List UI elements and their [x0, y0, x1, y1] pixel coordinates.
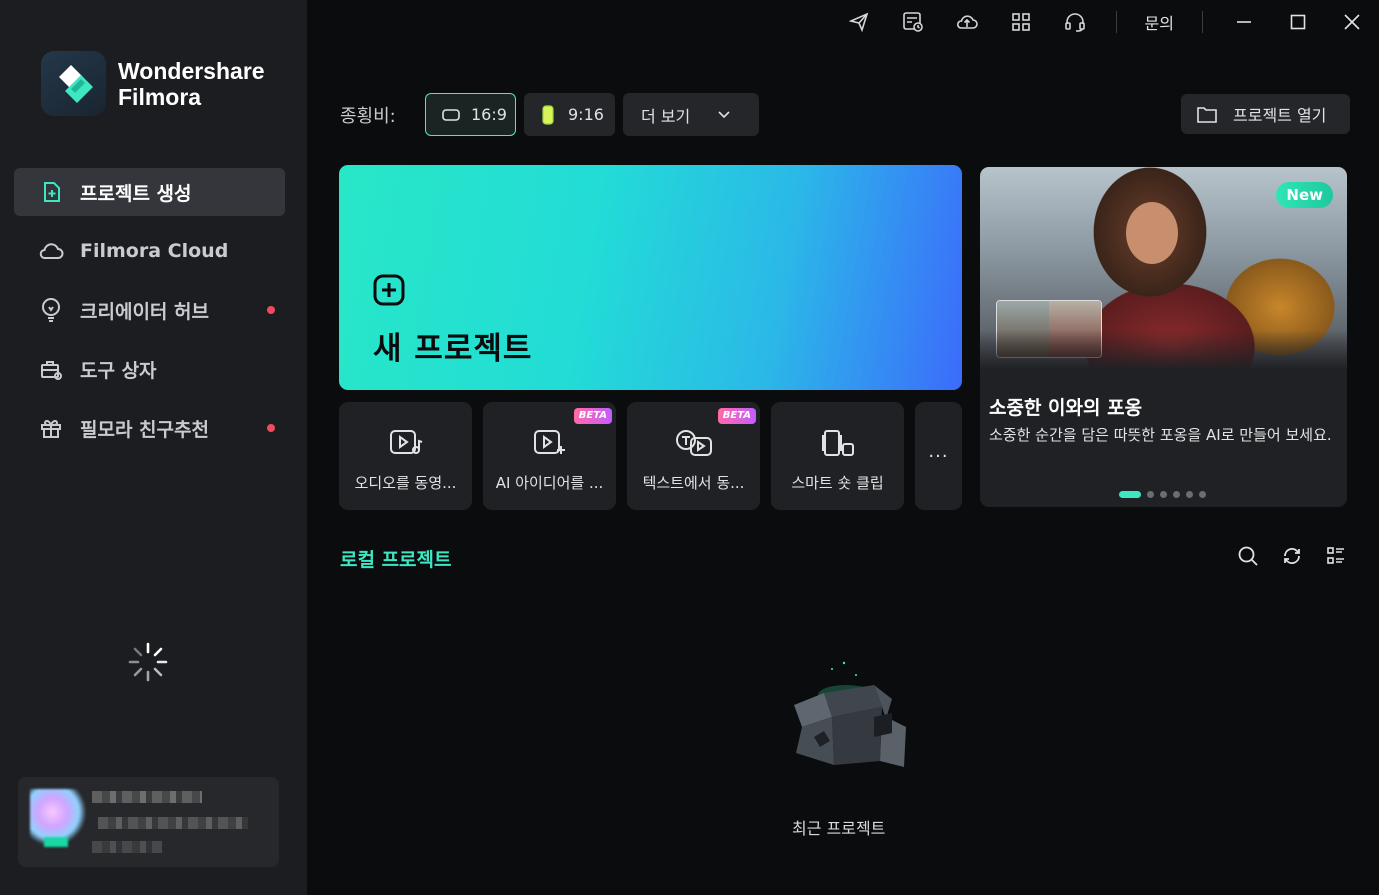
audio-to-video-icon	[389, 428, 423, 462]
carousel-dot[interactable]	[1173, 491, 1180, 498]
cloud-upload-icon[interactable]	[940, 0, 994, 44]
carousel-dot[interactable]	[1199, 491, 1206, 498]
app-logo: Wondershare Filmora	[41, 51, 265, 116]
sidebar-item-filmora-cloud[interactable]: Filmora Cloud	[14, 227, 285, 275]
apps-grid-icon[interactable]	[994, 0, 1048, 44]
beta-badge: BETA	[573, 408, 612, 424]
inquiry-button[interactable]: 문의	[1131, 10, 1188, 34]
audio-to-video-tool[interactable]: 오디오를 동영...	[339, 402, 472, 510]
carousel-dot[interactable]	[1119, 491, 1141, 498]
headset-icon[interactable]	[1048, 0, 1102, 44]
aspect-9-16-label: 9:16	[568, 105, 604, 124]
sidebar-nav: 프로젝트 생성 Filmora Cloud 크리에이터 허브 도구 상자 필모라…	[14, 168, 285, 463]
more-aspect-dropdown[interactable]: 더 보기	[623, 93, 759, 136]
search-icon[interactable]	[1226, 537, 1270, 575]
schedule-icon[interactable]	[886, 0, 940, 44]
titlebar-divider	[1115, 11, 1117, 33]
landscape-icon	[442, 108, 460, 121]
user-plan-redacted	[92, 841, 162, 853]
ai-idea-video-icon	[533, 428, 567, 462]
promo-face-shape	[1126, 202, 1178, 264]
brand-line-2: Filmora	[118, 83, 202, 110]
ai-idea-to-video-tool[interactable]: BETA AI 아이디어를 ...	[483, 402, 616, 510]
text-to-video-tool[interactable]: BETA 텍스트에서 동...	[627, 402, 760, 510]
aspect-9-16-button[interactable]: 9:16	[524, 93, 615, 136]
empty-state-label: 최근 프로젝트	[792, 819, 886, 838]
portrait-icon	[542, 104, 554, 125]
add-square-icon	[373, 274, 405, 310]
sidebar-item-label: Filmora Cloud	[80, 240, 229, 262]
open-project-label: 프로젝트 열기	[1233, 106, 1327, 125]
promo-description: 소중한 순간을 담은 따뜻한 포옹을 AI로 만들어 보세요.	[989, 426, 1332, 444]
beta-badge: BETA	[717, 408, 756, 424]
filmora-logo-icon	[41, 51, 106, 116]
promo-image-fade	[980, 330, 1347, 370]
text-to-video-icon	[675, 428, 713, 462]
close-icon[interactable]	[1325, 0, 1379, 44]
sidebar: Wondershare Filmora 프로젝트 생성 Filmora Clou…	[0, 0, 307, 895]
notification-dot	[267, 424, 275, 432]
sidebar-item-refer-friend[interactable]: 필모라 친구추천	[14, 404, 285, 452]
brand-line-1: Wondershare	[118, 57, 265, 84]
minimize-icon[interactable]	[1217, 0, 1271, 44]
sidebar-item-creator-hub[interactable]: 크리에이터 허브	[14, 286, 285, 334]
carousel-dot[interactable]	[1147, 491, 1154, 498]
carousel-dot[interactable]	[1160, 491, 1167, 498]
empty-box-icon	[774, 655, 914, 775]
toolbox-icon	[38, 356, 64, 382]
titlebar-divider	[1202, 11, 1203, 33]
smart-short-clip-icon	[821, 428, 855, 462]
refresh-icon[interactable]	[1270, 537, 1314, 575]
tool-label: 텍스트에서 동...	[642, 474, 745, 492]
aspect-16-9-label: 16:9	[471, 105, 507, 124]
sidebar-item-label: 크리에이터 허브	[80, 300, 209, 323]
aspect-16-9-button[interactable]: 16:9	[425, 93, 516, 136]
new-project-label: 새 프로젝트	[373, 331, 533, 367]
new-project-card[interactable]: 새 프로젝트	[339, 165, 962, 390]
bulb-icon	[38, 297, 64, 323]
gift-icon	[38, 415, 64, 441]
tool-label: 스마트 숏 클립	[791, 474, 884, 492]
tool-label: 오디오를 동영...	[354, 474, 457, 492]
carousel-pagination	[1119, 491, 1212, 498]
loading-spinner-icon	[127, 641, 169, 683]
sidebar-item-label: 도구 상자	[80, 359, 157, 382]
folder-icon	[1197, 106, 1217, 123]
promo-title: 소중한 이와의 포옹	[989, 397, 1143, 419]
sidebar-item-toolbox[interactable]: 도구 상자	[14, 345, 285, 393]
send-icon[interactable]	[832, 0, 886, 44]
sidebar-item-label: 필모라 친구추천	[80, 418, 209, 441]
new-project-icon	[38, 179, 64, 205]
maximize-icon[interactable]	[1271, 0, 1325, 44]
sidebar-item-create-project[interactable]: 프로젝트 생성	[14, 168, 285, 216]
tool-label: AI 아이디어를 ...	[495, 474, 604, 492]
more-aspect-label: 더 보기	[641, 106, 691, 126]
cloud-icon	[38, 238, 64, 264]
smart-short-clip-tool[interactable]: 스마트 숏 클립	[771, 402, 904, 510]
title-bar: 문의	[832, 0, 1379, 44]
open-project-button[interactable]: 프로젝트 열기	[1181, 94, 1350, 134]
notification-dot	[267, 306, 275, 314]
aspect-ratio-label: 종횡비:	[340, 106, 396, 127]
local-projects-toolbar	[1226, 537, 1358, 575]
chevron-down-icon	[718, 110, 730, 119]
sidebar-item-label: 프로젝트 생성	[80, 182, 192, 205]
user-name-redacted	[92, 791, 202, 803]
new-badge: New	[1276, 182, 1333, 208]
promo-card[interactable]: New 소중한 이와의 포옹 소중한 순간을 담은 따뜻한 포옹을 AI로 만들…	[980, 167, 1347, 507]
list-view-icon[interactable]	[1314, 537, 1358, 575]
carousel-dot[interactable]	[1186, 491, 1193, 498]
more-tools-button[interactable]: ···	[915, 402, 962, 510]
local-projects-title: 로컬 프로젝트	[340, 549, 452, 571]
